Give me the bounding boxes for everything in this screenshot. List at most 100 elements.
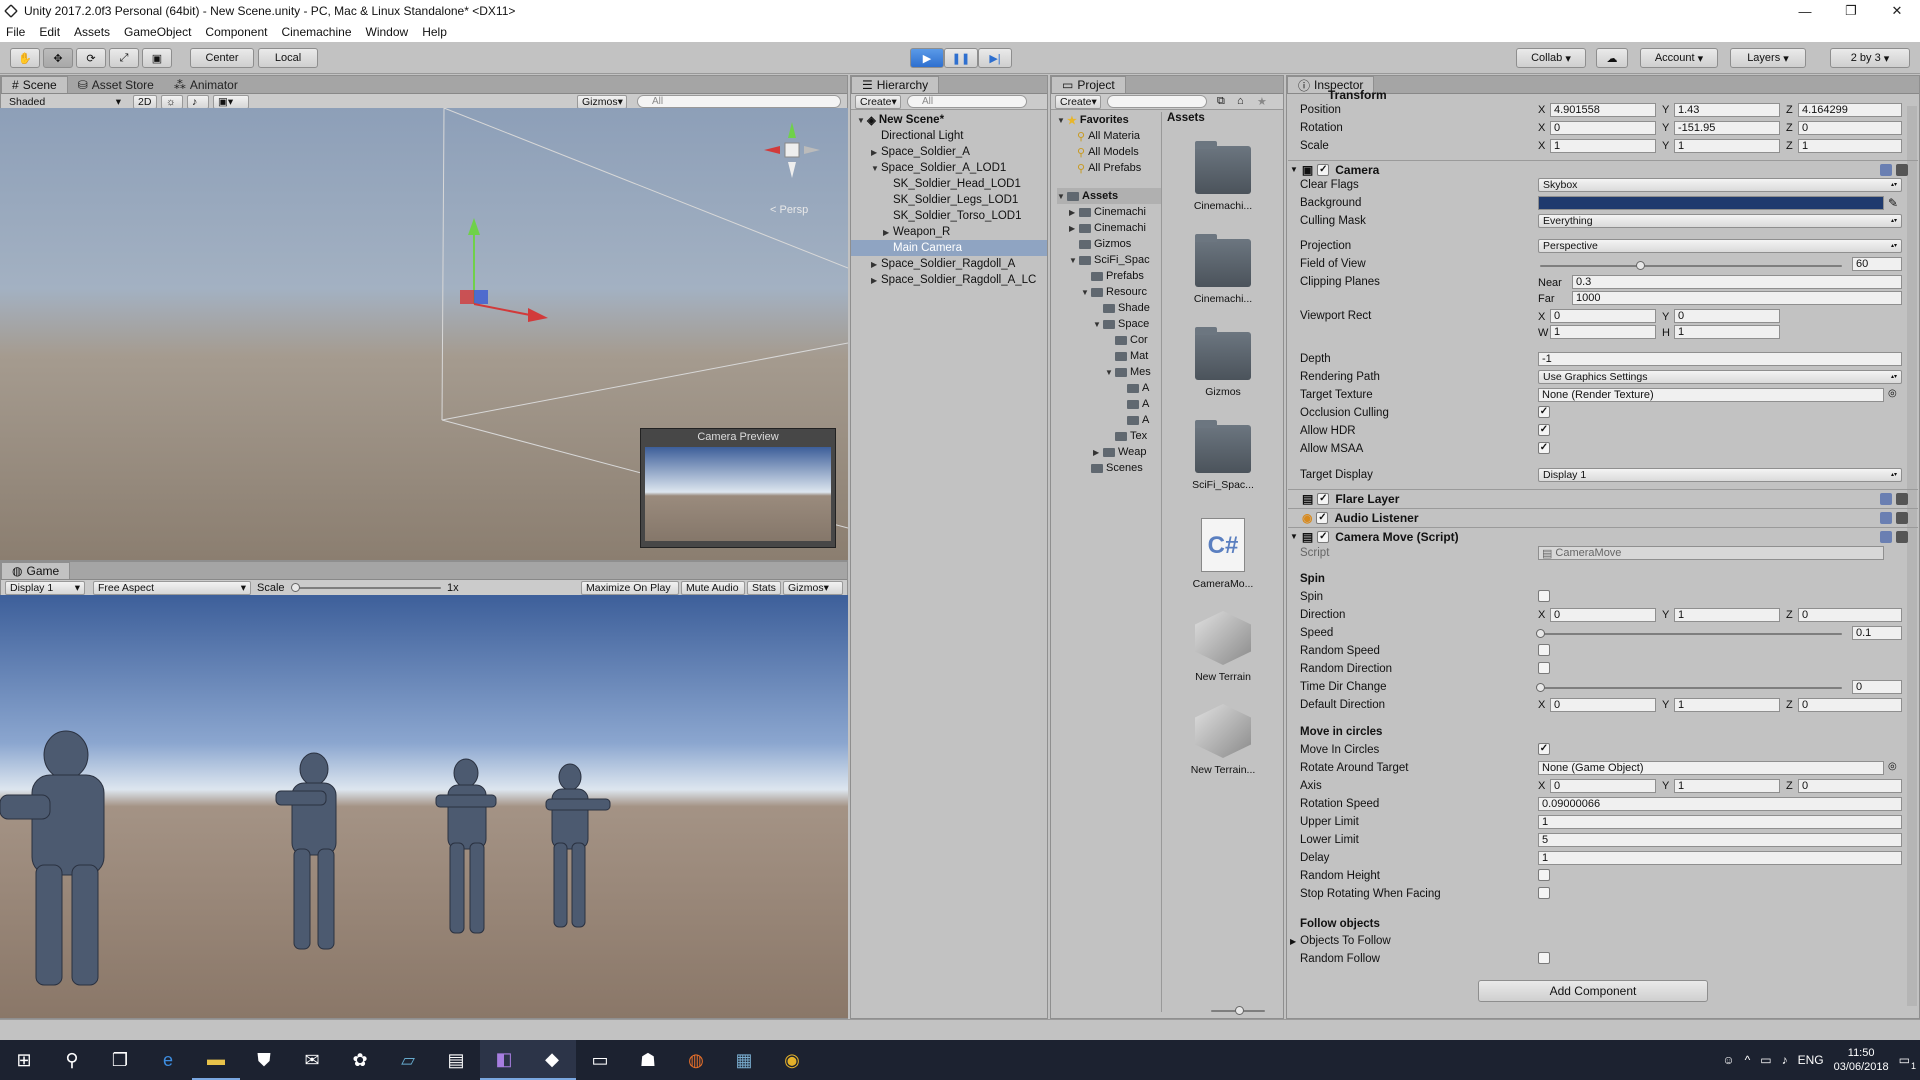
hand-tool-icon[interactable]: ✋ [10,48,40,68]
scene-viewport[interactable]: < Persp Camera Preview [0,108,848,560]
app-icon[interactable]: ▤ [432,1040,480,1080]
hierarchy-item[interactable]: ▶ Space_Soldier_Ragdoll_A_LC [851,272,1047,288]
gear-icon[interactable] [1896,530,1908,543]
blender-icon[interactable]: ◍ [672,1040,720,1080]
speed-slider[interactable] [1540,633,1842,635]
rendering-path-dropdown[interactable]: Use Graphics Settings [1538,370,1902,384]
project-create-dropdown[interactable]: Create ▾ [1055,95,1101,109]
scale-tool-icon[interactable]: ⤢ [109,48,139,68]
favorites-item[interactable]: ⚲ All Models [1077,144,1139,160]
flare-layer-header[interactable]: ▤ ✓ Flare Layer [1288,489,1918,507]
asset-tile[interactable]: New Terrain [1175,611,1271,683]
collapse-arrow-icon[interactable]: ▼ [1290,532,1298,541]
random-speed-checkbox[interactable] [1538,644,1550,656]
axis-x-field[interactable]: 0 [1550,779,1656,793]
project-tree-item[interactable]: Tex [1105,428,1161,444]
display-dropdown[interactable]: Display 1 ▾ [5,581,85,595]
lighting-toggle-icon[interactable]: ☼ [161,95,183,109]
audio-enabled-checkbox[interactable]: ✓ [1316,511,1329,524]
project-tree-item[interactable]: ▼ Resourc [1081,284,1161,300]
audio-listener-header[interactable]: ◉ ✓ Audio Listener [1288,508,1918,526]
pivot-local-button[interactable]: Local [258,48,318,68]
near-field[interactable]: 0.3 [1572,275,1902,289]
favorite-star-icon[interactable]: ★ [1257,95,1267,108]
tab-hierarchy[interactable]: ☰ Hierarchy [851,76,940,93]
unity-taskbar-icon[interactable]: ◆ [528,1040,576,1080]
hierarchy-item[interactable]: SK_Soldier_Legs_LOD1 [851,192,1047,208]
language-indicator[interactable]: ENG [1798,1053,1824,1067]
rotation-y-field[interactable]: -151.95 [1674,121,1780,135]
asset-tile[interactable]: New Terrain... [1175,704,1271,776]
stop-rotating-checkbox[interactable] [1538,887,1550,899]
maximize-button[interactable]: ❐ [1828,0,1874,22]
viewport-h-field[interactable]: 1 [1674,325,1780,339]
tab-animator[interactable]: ⁂ Animator [164,76,248,93]
fov-field[interactable]: 60 [1852,257,1902,271]
fov-slider-knob[interactable] [1635,261,1645,270]
project-search-input[interactable] [1107,95,1207,108]
notepad-icon[interactable]: ▱ [384,1040,432,1080]
thumbnail-size-knob[interactable] [1235,1006,1244,1015]
move-tool-icon[interactable]: ✥ [43,48,73,68]
position-y-field[interactable]: 1.43 [1674,103,1780,117]
close-button[interactable]: ✕ [1874,0,1920,22]
asset-tile[interactable]: Cinemachi... [1175,234,1271,305]
rotate-target-field[interactable]: None (Game Object) [1538,761,1884,775]
rotation-x-field[interactable]: 0 [1550,121,1656,135]
eyedropper-icon[interactable]: ✎ [1888,196,1898,210]
spin-checkbox[interactable] [1538,590,1550,602]
position-x-field[interactable]: 4.901558 [1550,103,1656,117]
project-tree-item[interactable]: Prefabs [1081,268,1161,284]
menu-window[interactable]: Window [366,25,409,39]
expand-arrow-icon[interactable]: ▶ [883,228,893,237]
people-icon[interactable]: ☺ [1722,1053,1734,1067]
pause-button[interactable]: ❚❚ [944,48,978,68]
edge-browser-icon[interactable]: e [144,1040,192,1080]
gear-icon[interactable] [1896,492,1908,505]
direction-x-field[interactable]: 0 [1550,608,1656,622]
viewport-x-field[interactable]: 0 [1550,309,1656,323]
filter-label-icon[interactable]: ⌂ [1237,95,1244,107]
hierarchy-item[interactable]: ▼ Space_Soldier_A_LOD1 [851,160,1047,176]
project-tree-item[interactable]: Cor [1105,332,1161,348]
menu-gameobject[interactable]: GameObject [124,25,191,39]
scale-z-field[interactable]: 1 [1798,139,1902,153]
hierarchy-create-dropdown[interactable]: Create ▾ [855,95,901,109]
expand-arrow-icon[interactable]: ▼ [1069,256,1079,265]
camera-component-header[interactable]: ▼ ▣ ✓ Camera [1288,160,1918,178]
axis-y-field[interactable]: 1 [1674,779,1780,793]
help-book-icon[interactable] [1880,530,1892,543]
expand-arrow-icon[interactable]: ▼ [1081,288,1091,297]
network-icon[interactable]: ▭ [1760,1053,1771,1067]
mode-2d-toggle[interactable]: 2D [133,95,157,109]
asset-tile[interactable]: Gizmos [1175,327,1271,398]
object-picker-icon[interactable]: ◎ [1888,388,1897,399]
clock[interactable]: 11:50 03/06/2018 [1834,1046,1889,1074]
speed-field[interactable]: 0.1 [1852,626,1902,640]
help-book-icon[interactable] [1880,163,1892,176]
viewport-y-field[interactable]: 0 [1674,309,1780,323]
project-tree-item[interactable]: ▼ Mes [1105,364,1161,380]
move-in-circles-checkbox[interactable]: ✓ [1538,743,1550,755]
tab-asset-store[interactable]: ⛁ Asset Store [68,76,164,93]
project-tree-item[interactable]: ▶ Weap [1093,444,1161,460]
random-height-checkbox[interactable] [1538,869,1550,881]
hierarchy-item[interactable]: Main Camera [851,240,1047,256]
lower-limit-field[interactable]: 5 [1538,833,1902,847]
persp-label[interactable]: < Persp [770,204,808,216]
help-book-icon[interactable] [1880,492,1892,505]
scale-slider[interactable] [291,587,441,589]
depth-field[interactable]: -1 [1538,352,1902,366]
cloud-icon[interactable]: ☁ [1596,48,1628,68]
gizmos-dropdown[interactable]: Gizmos ▾ [577,95,627,109]
scale-slider-knob[interactable] [291,583,300,592]
chrome-icon[interactable]: ◉ [768,1040,816,1080]
asset-tile[interactable]: Cinemachi... [1175,141,1271,212]
favorites-item[interactable]: ⚲ All Prefabs [1077,160,1141,176]
direction-y-field[interactable]: 1 [1674,608,1780,622]
object-picker-icon[interactable]: ◎ [1888,761,1897,772]
hierarchy-item[interactable]: SK_Soldier_Torso_LOD1 [851,208,1047,224]
maximize-on-play-toggle[interactable]: Maximize On Play [581,581,679,595]
project-tree-item[interactable]: A [1117,412,1161,428]
pivot-center-button[interactable]: Center [190,48,254,68]
